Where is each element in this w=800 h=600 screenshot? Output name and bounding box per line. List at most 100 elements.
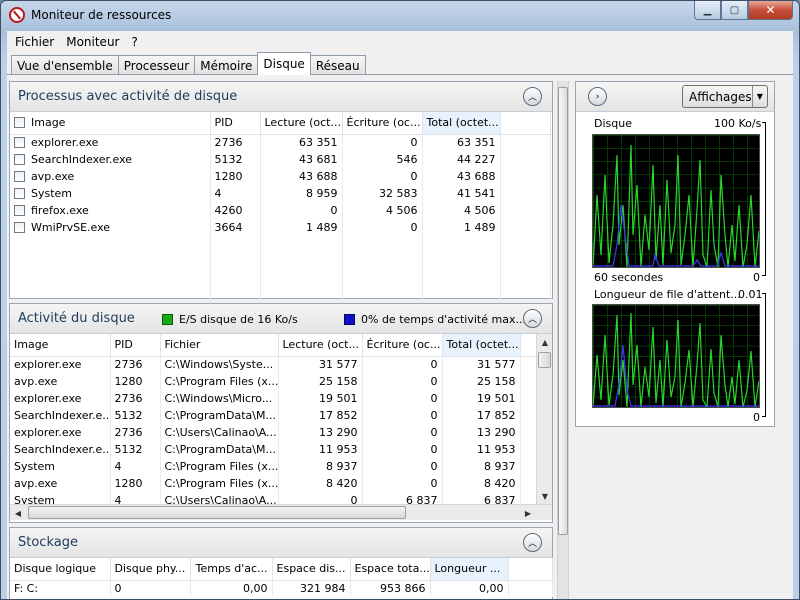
scroll-up-arrow-icon[interactable]: ▲ [537, 334, 553, 350]
table-row[interactable]: SearchIndexer.e... 5132 C:\ProgramData\M..… [10, 407, 536, 424]
storage-collapse-button[interactable]: ︿ [523, 533, 542, 552]
disk-activity-vscroll-thumb[interactable] [538, 352, 551, 368]
col-write-header[interactable]: Écriture (oc... [362, 334, 443, 357]
processes-collapse-button[interactable]: ︿ [523, 87, 542, 106]
main-vscroll[interactable] [555, 81, 569, 599]
empty-cell [422, 287, 501, 304]
table-row[interactable]: WmiPrvSE.exe 3664 1 489 0 1 489 [10, 219, 551, 236]
scroll-left-arrow-icon[interactable]: ◀ [10, 505, 26, 521]
row-checkbox[interactable] [14, 188, 25, 199]
empty-row [10, 287, 551, 304]
col-total-header[interactable]: Total (octet... [422, 112, 501, 135]
queue-graph-label: Longueur de file d'attent... [594, 288, 741, 301]
col-image-label: Image [31, 116, 66, 130]
tab-network[interactable]: Réseau [309, 55, 366, 75]
scroll-down-arrow-icon[interactable]: ▼ [537, 488, 553, 504]
menu-moniteur[interactable]: Moniteur [60, 35, 125, 49]
col-queue-length-header[interactable]: Longueur ... [430, 558, 509, 581]
minimize-button[interactable]: ▁ [694, 1, 721, 20]
cell-pid: 4260 [210, 202, 261, 219]
col-image-header[interactable]: Image [10, 112, 211, 135]
storage-panel-header[interactable]: Stockage ︿ [10, 528, 552, 558]
views-dropdown[interactable]: Affichages ▼ [682, 85, 768, 108]
col-image-header[interactable]: Image [10, 334, 111, 357]
table-row[interactable]: firefox.exe 4260 0 4 506 4 506 [10, 202, 551, 219]
main-vscroll-thumb[interactable] [558, 87, 568, 535]
select-all-checkbox[interactable] [14, 117, 25, 129]
table-row[interactable]: avp.exe 1280 C:\Program Files (x... 25 158 0… [10, 373, 536, 390]
cell-write: 0 [362, 407, 443, 424]
table-row[interactable]: SearchIndexer.exe 5132 43 681 546 44 227 [10, 151, 551, 168]
cell-pid: 2736 [110, 356, 161, 373]
title-bar[interactable]: Moniteur de ressources ▁ ▢ ✕ [1, 1, 799, 31]
cell-filler [520, 373, 536, 390]
disk-activity-vscroll[interactable]: ▲ ▼ [536, 334, 552, 504]
col-physical-disk-header[interactable]: Disque phy... [110, 558, 191, 581]
col-pid-header[interactable]: PID [210, 112, 261, 135]
cell-image: avp.exe [10, 475, 111, 492]
col-total-space-header[interactable]: Espace tota... [350, 558, 431, 581]
close-button[interactable]: ✕ [748, 1, 793, 20]
storage-panel-title: Stockage [18, 535, 78, 550]
tab-divider [7, 74, 793, 75]
tab-strip: Vue d'ensemble Processeur Mémoire Disque… [11, 52, 366, 75]
cell-file: C:\Windows\Syste... [160, 356, 279, 373]
col-pid-header[interactable]: PID [110, 334, 161, 357]
chevron-up-icon: ︿ [527, 93, 537, 103]
row-checkbox[interactable] [14, 137, 25, 149]
table-row[interactable]: System 4 C:\Users\Calinao\A... 0 6 837 6 837 [10, 492, 536, 504]
cell-write: 0 [362, 356, 443, 373]
table-row[interactable]: explorer.exe 2736 C:\Windows\Syste... 31 57… [10, 356, 536, 373]
menu-help[interactable]: ? [125, 35, 143, 49]
col-available-space-header[interactable]: Espace dis... [272, 558, 351, 581]
empty-cell [342, 253, 423, 270]
table-row[interactable]: avp.exe 1280 C:\Program Files (x... 8 420 0 8… [10, 475, 536, 492]
table-row[interactable]: F: C: 0 0,00 321 984 953 866 0,00 [10, 580, 553, 597]
scroll-right-arrow-icon[interactable]: ▶ [520, 505, 536, 521]
empty-cell [422, 236, 501, 253]
active-legend-swatch [344, 314, 355, 325]
row-checkbox[interactable] [14, 171, 25, 182]
col-file-header[interactable]: Fichier [160, 334, 279, 357]
disk-activity-panel-header[interactable]: Activité du disque E/S disque de 16 Ko/s… [10, 304, 552, 334]
col-read-header[interactable]: Lecture (oct... [278, 334, 363, 357]
cell-pid: 1280 [110, 475, 161, 492]
table-row[interactable]: explorer.exe 2736 63 351 0 63 351 [10, 134, 551, 151]
table-row[interactable]: SearchIndexer.e... 5132 C:\ProgramData\M..… [10, 441, 536, 458]
collapse-graphs-button[interactable]: › [588, 87, 607, 106]
io-legend-swatch [162, 314, 173, 325]
cell-filler [520, 407, 536, 424]
row-checkbox[interactable] [14, 154, 25, 165]
maximize-button[interactable]: ▢ [721, 1, 748, 20]
processes-panel-header[interactable]: Processus avec activité de disque ︿ [10, 82, 552, 112]
tab-cpu[interactable]: Processeur [117, 55, 196, 75]
col-active-time-header[interactable]: Temps d'ac... [190, 558, 273, 581]
empty-cell [10, 253, 211, 270]
table-row[interactable]: System 4 8 959 32 583 41 541 [10, 185, 551, 202]
disk-activity-collapse-button[interactable]: ︿ [523, 309, 542, 328]
cell-read: 19 501 [278, 390, 363, 407]
tab-disk[interactable]: Disque [257, 52, 311, 75]
row-checkbox[interactable] [14, 222, 25, 233]
table-row[interactable]: explorer.exe 2736 C:\Users\Calinao\A... 13 … [10, 424, 536, 441]
cell-total: 41 541 [422, 185, 501, 202]
table-row[interactable]: System 4 C:\Program Files (x... 8 937 0 8 937 [10, 458, 536, 475]
disk-activity-hscroll[interactable]: ◀ ▶ [10, 504, 552, 520]
col-write-header[interactable]: Écriture (oc... [342, 112, 423, 135]
cell-read: 31 577 [278, 356, 363, 373]
row-checkbox[interactable] [14, 205, 25, 216]
disk-activity-hscroll-thumb[interactable] [28, 506, 406, 519]
cell-file: C:\Windows\Micro... [160, 390, 279, 407]
tab-overview[interactable]: Vue d'ensemble [11, 55, 119, 75]
cell-write: 0 [342, 168, 423, 185]
table-row[interactable]: avp.exe 1280 43 688 0 43 688 [10, 168, 551, 185]
col-total-header[interactable]: Total (octet... [442, 334, 521, 357]
cell-image-text: avp.exe [31, 170, 75, 183]
menu-fichier[interactable]: Fichier [9, 35, 60, 49]
col-logical-disk-header[interactable]: Disque logique [10, 558, 111, 581]
empty-cell [500, 287, 551, 304]
tab-memory[interactable]: Mémoire [194, 55, 259, 75]
table-row[interactable]: explorer.exe 2736 C:\Windows\Micro... 19 50… [10, 390, 536, 407]
col-read-header[interactable]: Lecture (oct... [260, 112, 343, 135]
cell-image: firefox.exe [10, 202, 211, 219]
